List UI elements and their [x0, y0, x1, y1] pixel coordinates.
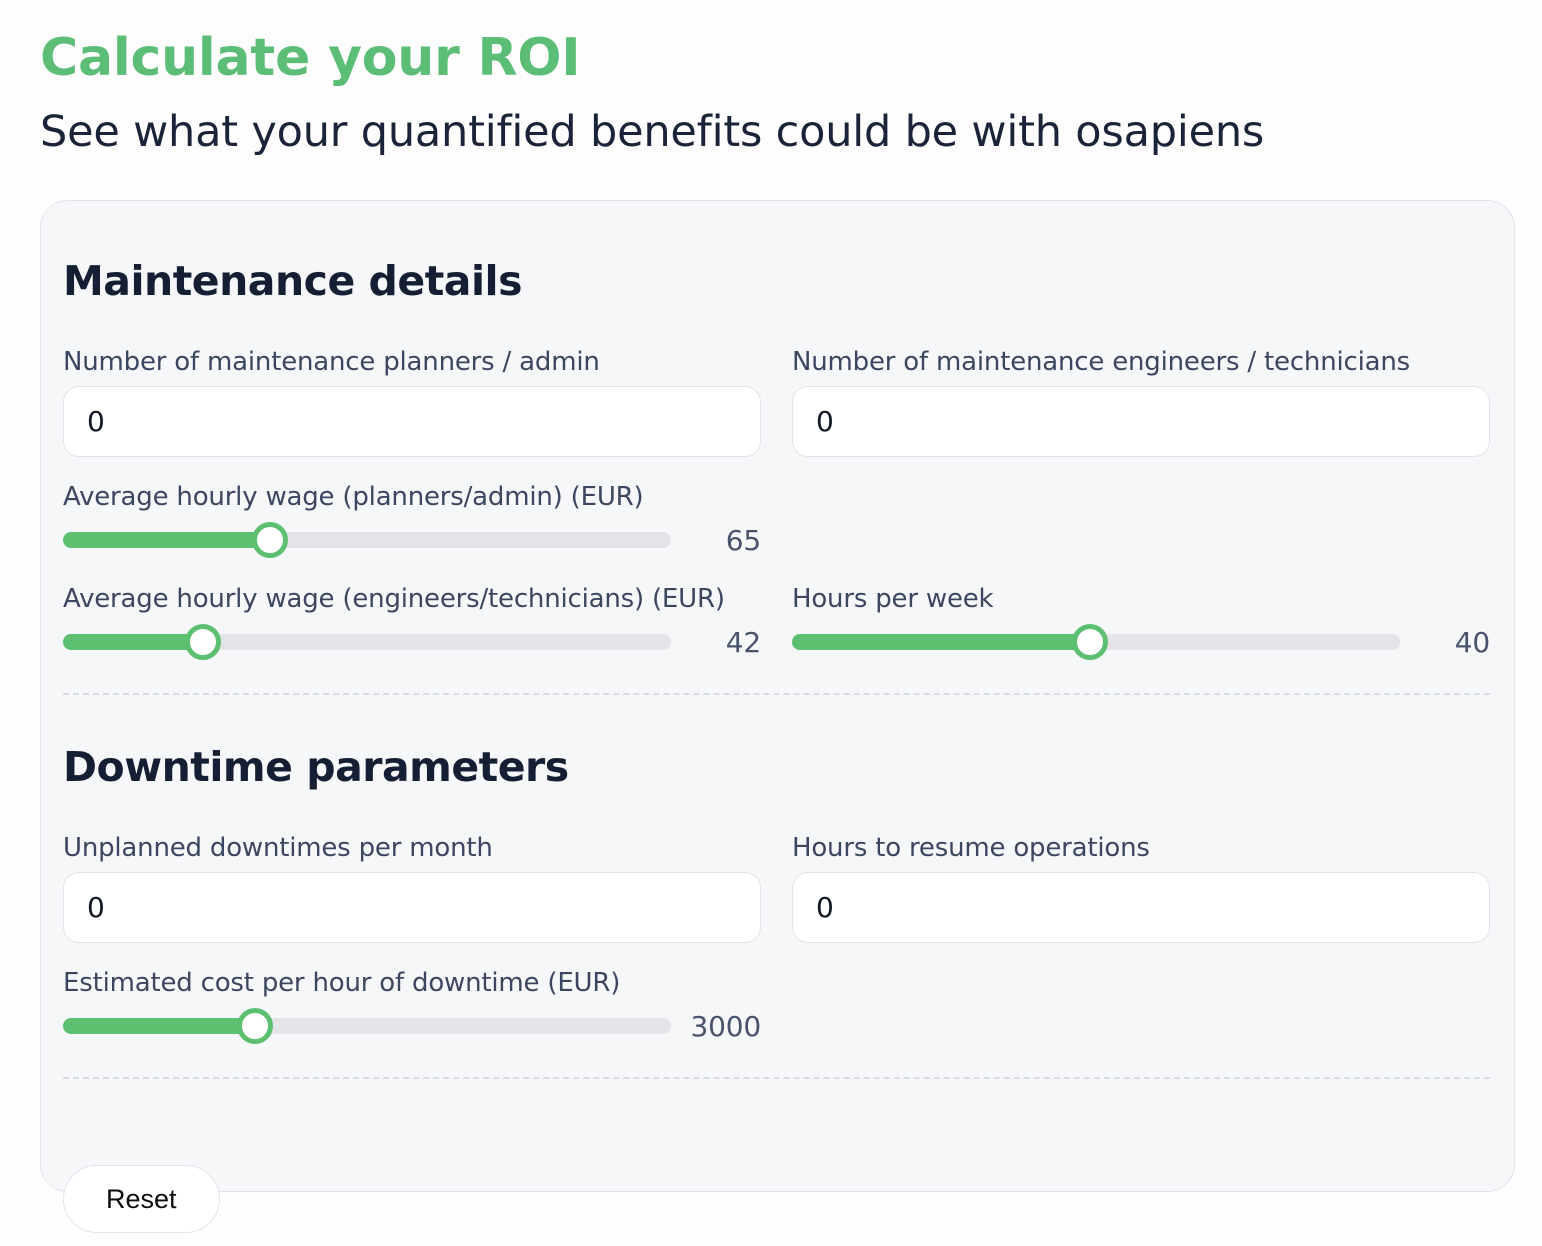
hours-per-week-value: 40	[1400, 626, 1490, 659]
cost-per-hour-label: Estimated cost per hour of downtime (EUR…	[63, 968, 761, 998]
slider-fill	[63, 532, 270, 548]
engineers-wage-label: Average hourly wage (engineers/technicia…	[63, 584, 761, 614]
slider-thumb[interactable]	[252, 522, 288, 558]
engineers-wage-value: 42	[671, 626, 761, 659]
cost-per-hour-value: 3000	[671, 1010, 761, 1043]
calculator-card: Maintenance details Number of maintenanc…	[40, 200, 1515, 1192]
hours-to-resume-input[interactable]	[792, 872, 1490, 943]
field-downtimes-per-month: Unplanned downtimes per month	[63, 833, 761, 943]
hours-to-resume-label: Hours to resume operations	[792, 833, 1490, 863]
slider-thumb[interactable]	[185, 624, 221, 660]
section-divider	[63, 693, 1490, 695]
engineers-count-input[interactable]	[792, 386, 1490, 457]
field-planners-count: Number of maintenance planners / admin	[63, 347, 761, 457]
maintenance-grid: Number of maintenance planners / admin N…	[63, 347, 1490, 661]
page-title: Calculate your ROI	[40, 30, 1515, 87]
section-heading-downtime: Downtime parameters	[63, 743, 1490, 791]
planners-wage-slider[interactable]	[63, 532, 671, 548]
slider-group-engineers-wage: Average hourly wage (engineers/technicia…	[63, 584, 761, 661]
page-subtitle: See what your quantified benefits could …	[40, 109, 1515, 156]
engineers-wage-slider-row: 42	[63, 623, 761, 661]
reset-button[interactable]: Reset	[63, 1165, 220, 1233]
engineers-wage-slider[interactable]	[63, 634, 671, 650]
planners-wage-label: Average hourly wage (planners/admin) (EU…	[63, 482, 761, 512]
downtime-grid: Unplanned downtimes per month Hours to r…	[63, 833, 1490, 1045]
slider-fill	[792, 634, 1090, 650]
hours-per-week-slider-row: 40	[792, 623, 1490, 661]
downtimes-per-month-input[interactable]	[63, 872, 761, 943]
slider-thumb[interactable]	[1072, 624, 1108, 660]
cost-per-hour-slider[interactable]	[63, 1018, 671, 1034]
planners-count-input[interactable]	[63, 386, 761, 457]
field-engineers-count: Number of maintenance engineers / techni…	[792, 347, 1490, 457]
planners-count-label: Number of maintenance planners / admin	[63, 347, 761, 377]
section-divider	[63, 1077, 1490, 1079]
roi-calculator-page: Calculate your ROI See what your quantif…	[0, 0, 1542, 1192]
slider-fill	[63, 634, 203, 650]
slider-group-planners-wage: Average hourly wage (planners/admin) (EU…	[63, 482, 761, 559]
engineers-count-label: Number of maintenance engineers / techni…	[792, 347, 1490, 377]
slider-fill	[63, 1018, 255, 1034]
downtimes-per-month-label: Unplanned downtimes per month	[63, 833, 761, 863]
slider-thumb[interactable]	[237, 1008, 273, 1044]
slider-group-hours-per-week: Hours per week 40	[792, 584, 1490, 661]
section-heading-maintenance: Maintenance details	[63, 257, 1490, 305]
hours-per-week-label: Hours per week	[792, 584, 1490, 614]
planners-wage-slider-row: 65	[63, 521, 761, 559]
cost-per-hour-slider-row: 3000	[63, 1007, 761, 1045]
planners-wage-value: 65	[671, 524, 761, 557]
slider-group-cost-per-hour: Estimated cost per hour of downtime (EUR…	[63, 968, 761, 1045]
field-hours-to-resume: Hours to resume operations	[792, 833, 1490, 943]
hours-per-week-slider[interactable]	[792, 634, 1400, 650]
